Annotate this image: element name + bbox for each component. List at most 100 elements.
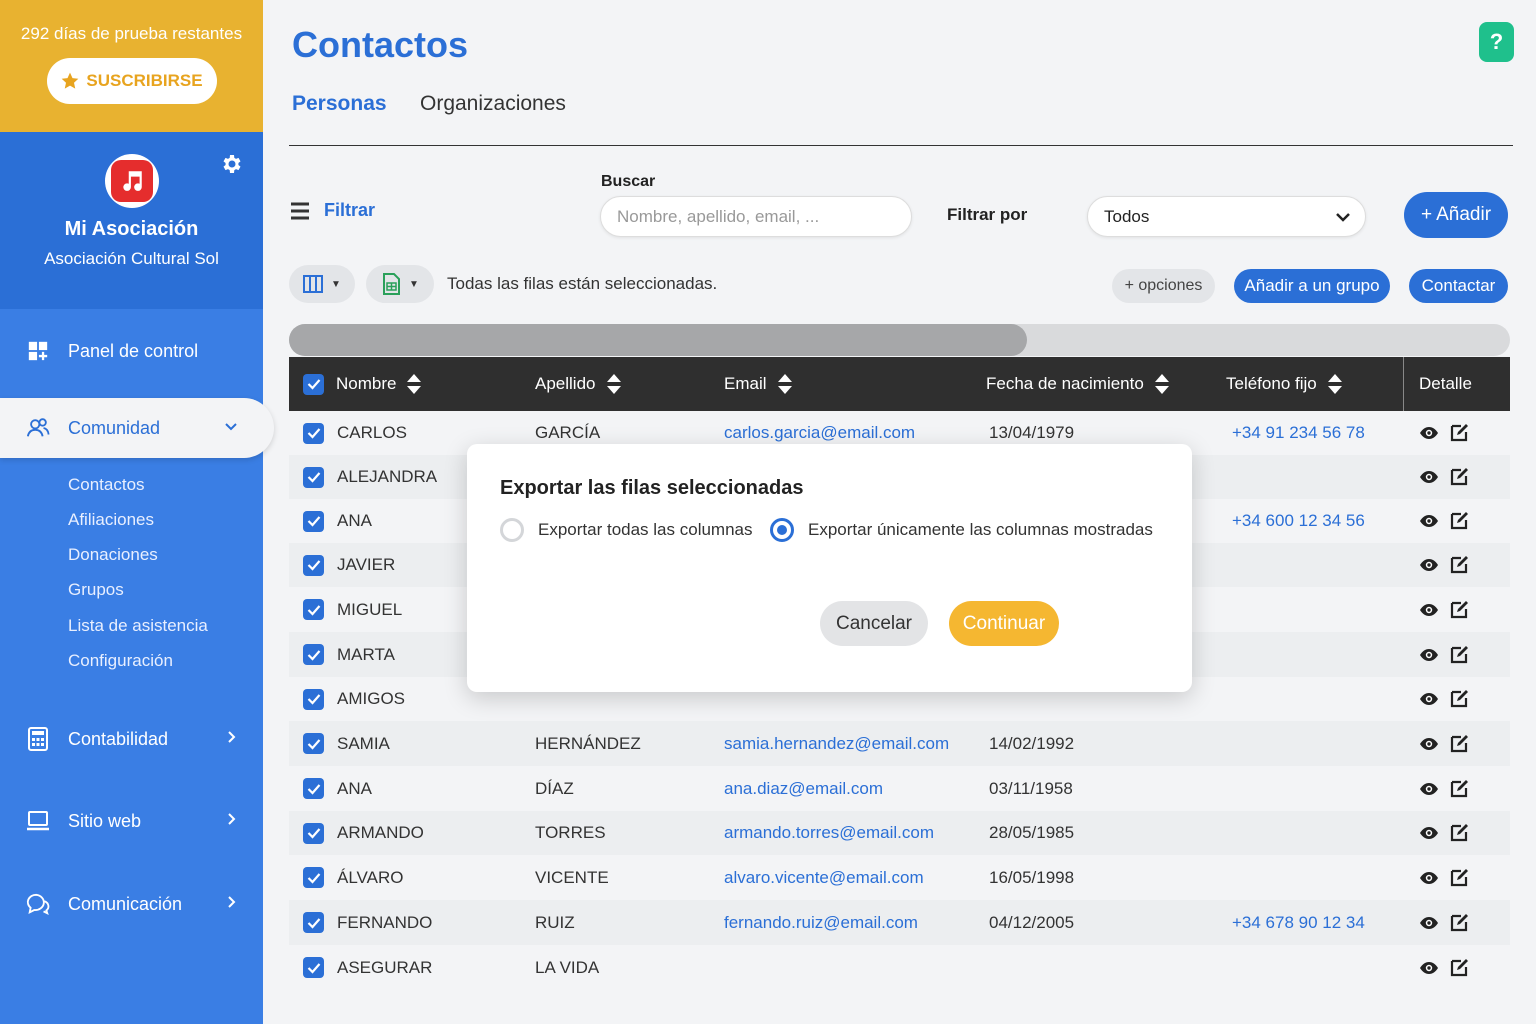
edit-icon[interactable] bbox=[1449, 913, 1469, 933]
edit-icon[interactable] bbox=[1449, 823, 1469, 843]
row-checkbox[interactable] bbox=[303, 778, 324, 799]
eye-icon[interactable] bbox=[1419, 961, 1439, 975]
filter-by-select[interactable]: Todos bbox=[1087, 196, 1366, 237]
sidebar-item-comunicacion[interactable]: Comunicación bbox=[0, 874, 263, 934]
table-row[interactable]: ASEGURAR LA VIDA bbox=[289, 945, 1510, 990]
col-apellido[interactable]: Apellido bbox=[535, 357, 622, 411]
filter-toggle[interactable]: Filtrar bbox=[290, 200, 375, 221]
select-all-checkbox[interactable] bbox=[303, 373, 324, 395]
eye-icon[interactable] bbox=[1419, 558, 1439, 572]
help-button[interactable]: ? bbox=[1479, 22, 1514, 62]
subscribe-button[interactable]: SUSCRIBIRSE bbox=[46, 58, 217, 104]
options-button[interactable]: + opciones bbox=[1112, 269, 1215, 303]
cell-fecha: 04/12/2005 bbox=[989, 912, 1075, 932]
row-checkbox[interactable] bbox=[303, 554, 324, 576]
columns-button[interactable]: ▼ bbox=[289, 265, 355, 303]
star-icon bbox=[62, 72, 79, 89]
edit-icon[interactable] bbox=[1449, 423, 1469, 443]
row-checkbox[interactable] bbox=[303, 688, 324, 710]
edit-icon[interactable] bbox=[1449, 511, 1469, 531]
table-row[interactable]: SAМIA HERNÁNDEZ samia.hernandez@email.com 1… bbox=[289, 721, 1510, 766]
cell-email[interactable]: ana.diaz@email.com bbox=[724, 766, 883, 811]
eye-icon[interactable] bbox=[1419, 826, 1439, 840]
edit-icon[interactable] bbox=[1449, 958, 1469, 978]
eye-icon[interactable] bbox=[1419, 871, 1439, 885]
sidebar-sub-grupos[interactable]: Grupos bbox=[68, 580, 124, 600]
eye-icon[interactable] bbox=[1419, 737, 1439, 751]
dashboard-icon bbox=[28, 341, 48, 361]
export-button[interactable]: ▼ bbox=[366, 265, 434, 303]
eye-icon[interactable] bbox=[1419, 782, 1439, 796]
sidebar-item-sitio-web[interactable]: Sitio web bbox=[0, 791, 263, 851]
row-checkbox[interactable] bbox=[303, 957, 324, 978]
edit-icon[interactable] bbox=[1449, 467, 1469, 487]
sidebar-item-comunidad[interactable]: Comunidad bbox=[0, 398, 274, 458]
table-row[interactable]: FERNANDO RUIZ fernando.ruiz@email.com 04/12… bbox=[289, 900, 1510, 945]
eye-icon[interactable] bbox=[1419, 916, 1439, 930]
edit-icon[interactable] bbox=[1449, 600, 1469, 620]
row-checkbox[interactable] bbox=[303, 733, 324, 754]
sidebar-item-panel[interactable]: Panel de control bbox=[0, 321, 263, 381]
horizontal-scrollbar-thumb[interactable] bbox=[289, 324, 1027, 356]
eye-icon[interactable] bbox=[1419, 470, 1439, 484]
radio-checked-icon[interactable] bbox=[770, 518, 794, 542]
edit-icon[interactable] bbox=[1449, 645, 1469, 665]
row-checkbox[interactable] bbox=[303, 867, 324, 888]
row-checkbox[interactable] bbox=[303, 510, 324, 532]
cell-fecha: 14/02/1992 bbox=[989, 733, 1075, 753]
edit-icon[interactable] bbox=[1449, 779, 1469, 799]
row-checkbox[interactable] bbox=[303, 644, 324, 665]
cell-telefono[interactable]: +34 600 12 34 56 bbox=[1232, 499, 1365, 543]
search-input[interactable] bbox=[600, 196, 912, 237]
continue-button[interactable]: Continuar bbox=[949, 601, 1059, 646]
row-checkbox[interactable] bbox=[303, 422, 324, 444]
music-note-icon bbox=[122, 171, 142, 191]
eye-icon[interactable] bbox=[1419, 603, 1439, 617]
col-label: Apellido bbox=[535, 374, 596, 393]
gear-icon[interactable] bbox=[219, 152, 243, 176]
radio-unchecked-icon[interactable] bbox=[500, 518, 524, 542]
eye-icon[interactable] bbox=[1419, 692, 1439, 706]
cell-email[interactable]: alvaro.vicente@email.com bbox=[724, 855, 924, 900]
radio-export-all[interactable]: Exportar todas las columnas bbox=[500, 518, 753, 542]
cell-telefono[interactable]: +34 91 234 56 78 bbox=[1232, 411, 1365, 455]
checkmark-icon bbox=[307, 560, 320, 571]
add-button[interactable]: + Añadir bbox=[1404, 192, 1508, 238]
sidebar-sub-configuracion[interactable]: Configuración bbox=[68, 651, 173, 671]
sidebar-sub-asistencia[interactable]: Lista de asistencia bbox=[68, 616, 208, 636]
sidebar-sub-donaciones[interactable]: Donaciones bbox=[68, 545, 158, 565]
sidebar-item-contabilidad[interactable]: Contabilidad bbox=[0, 709, 263, 769]
contact-button[interactable]: Contactar bbox=[1409, 269, 1508, 303]
cell-telefono[interactable]: +34 678 90 12 34 bbox=[1232, 900, 1365, 945]
col-fecha[interactable]: Fecha de nacimiento bbox=[986, 357, 1170, 411]
columns-icon bbox=[303, 275, 324, 293]
cell-email[interactable]: fernando.ruiz@email.com bbox=[724, 900, 918, 945]
table-row[interactable]: ANA DÍAZ ana.diaz@email.com 03/11/1958 bbox=[289, 766, 1510, 811]
col-nombre[interactable]: Nombre bbox=[303, 357, 422, 411]
tab-organizaciones[interactable]: Organizaciones bbox=[420, 92, 566, 116]
table-row[interactable]: ÁLVARO VICENTE alvaro.vicente@email.com 16/… bbox=[289, 855, 1510, 900]
table-row[interactable]: ARMANDO TORRES armando.torres@email.com 28/… bbox=[289, 811, 1510, 855]
cell-email[interactable]: armando.torres@email.com bbox=[724, 811, 934, 855]
sidebar-sub-contactos[interactable]: Contactos bbox=[68, 475, 145, 495]
eye-icon[interactable] bbox=[1419, 514, 1439, 528]
community-icon bbox=[26, 418, 50, 437]
edit-icon[interactable] bbox=[1449, 555, 1469, 575]
eye-icon[interactable] bbox=[1419, 426, 1439, 440]
tab-personas[interactable]: Personas bbox=[292, 92, 387, 116]
cell-email[interactable]: samia.hernandez@email.com bbox=[724, 721, 949, 766]
row-checkbox[interactable] bbox=[303, 466, 324, 488]
row-checkbox[interactable] bbox=[303, 912, 324, 933]
sidebar-sub-afiliaciones[interactable]: Afiliaciones bbox=[68, 510, 154, 530]
col-email[interactable]: Email bbox=[724, 357, 793, 411]
radio-export-shown[interactable]: Exportar únicamente las columnas mostrad… bbox=[770, 518, 1153, 542]
add-to-group-button[interactable]: Añadir a un grupo bbox=[1234, 269, 1390, 303]
cancel-button[interactable]: Cancelar bbox=[820, 601, 928, 646]
edit-icon[interactable] bbox=[1449, 868, 1469, 888]
row-checkbox[interactable] bbox=[303, 822, 324, 844]
row-checkbox[interactable] bbox=[303, 599, 324, 620]
edit-icon[interactable] bbox=[1449, 734, 1469, 754]
eye-icon[interactable] bbox=[1419, 648, 1439, 662]
col-telefono[interactable]: Teléfono fijo bbox=[1226, 357, 1343, 411]
edit-icon[interactable] bbox=[1449, 689, 1469, 709]
